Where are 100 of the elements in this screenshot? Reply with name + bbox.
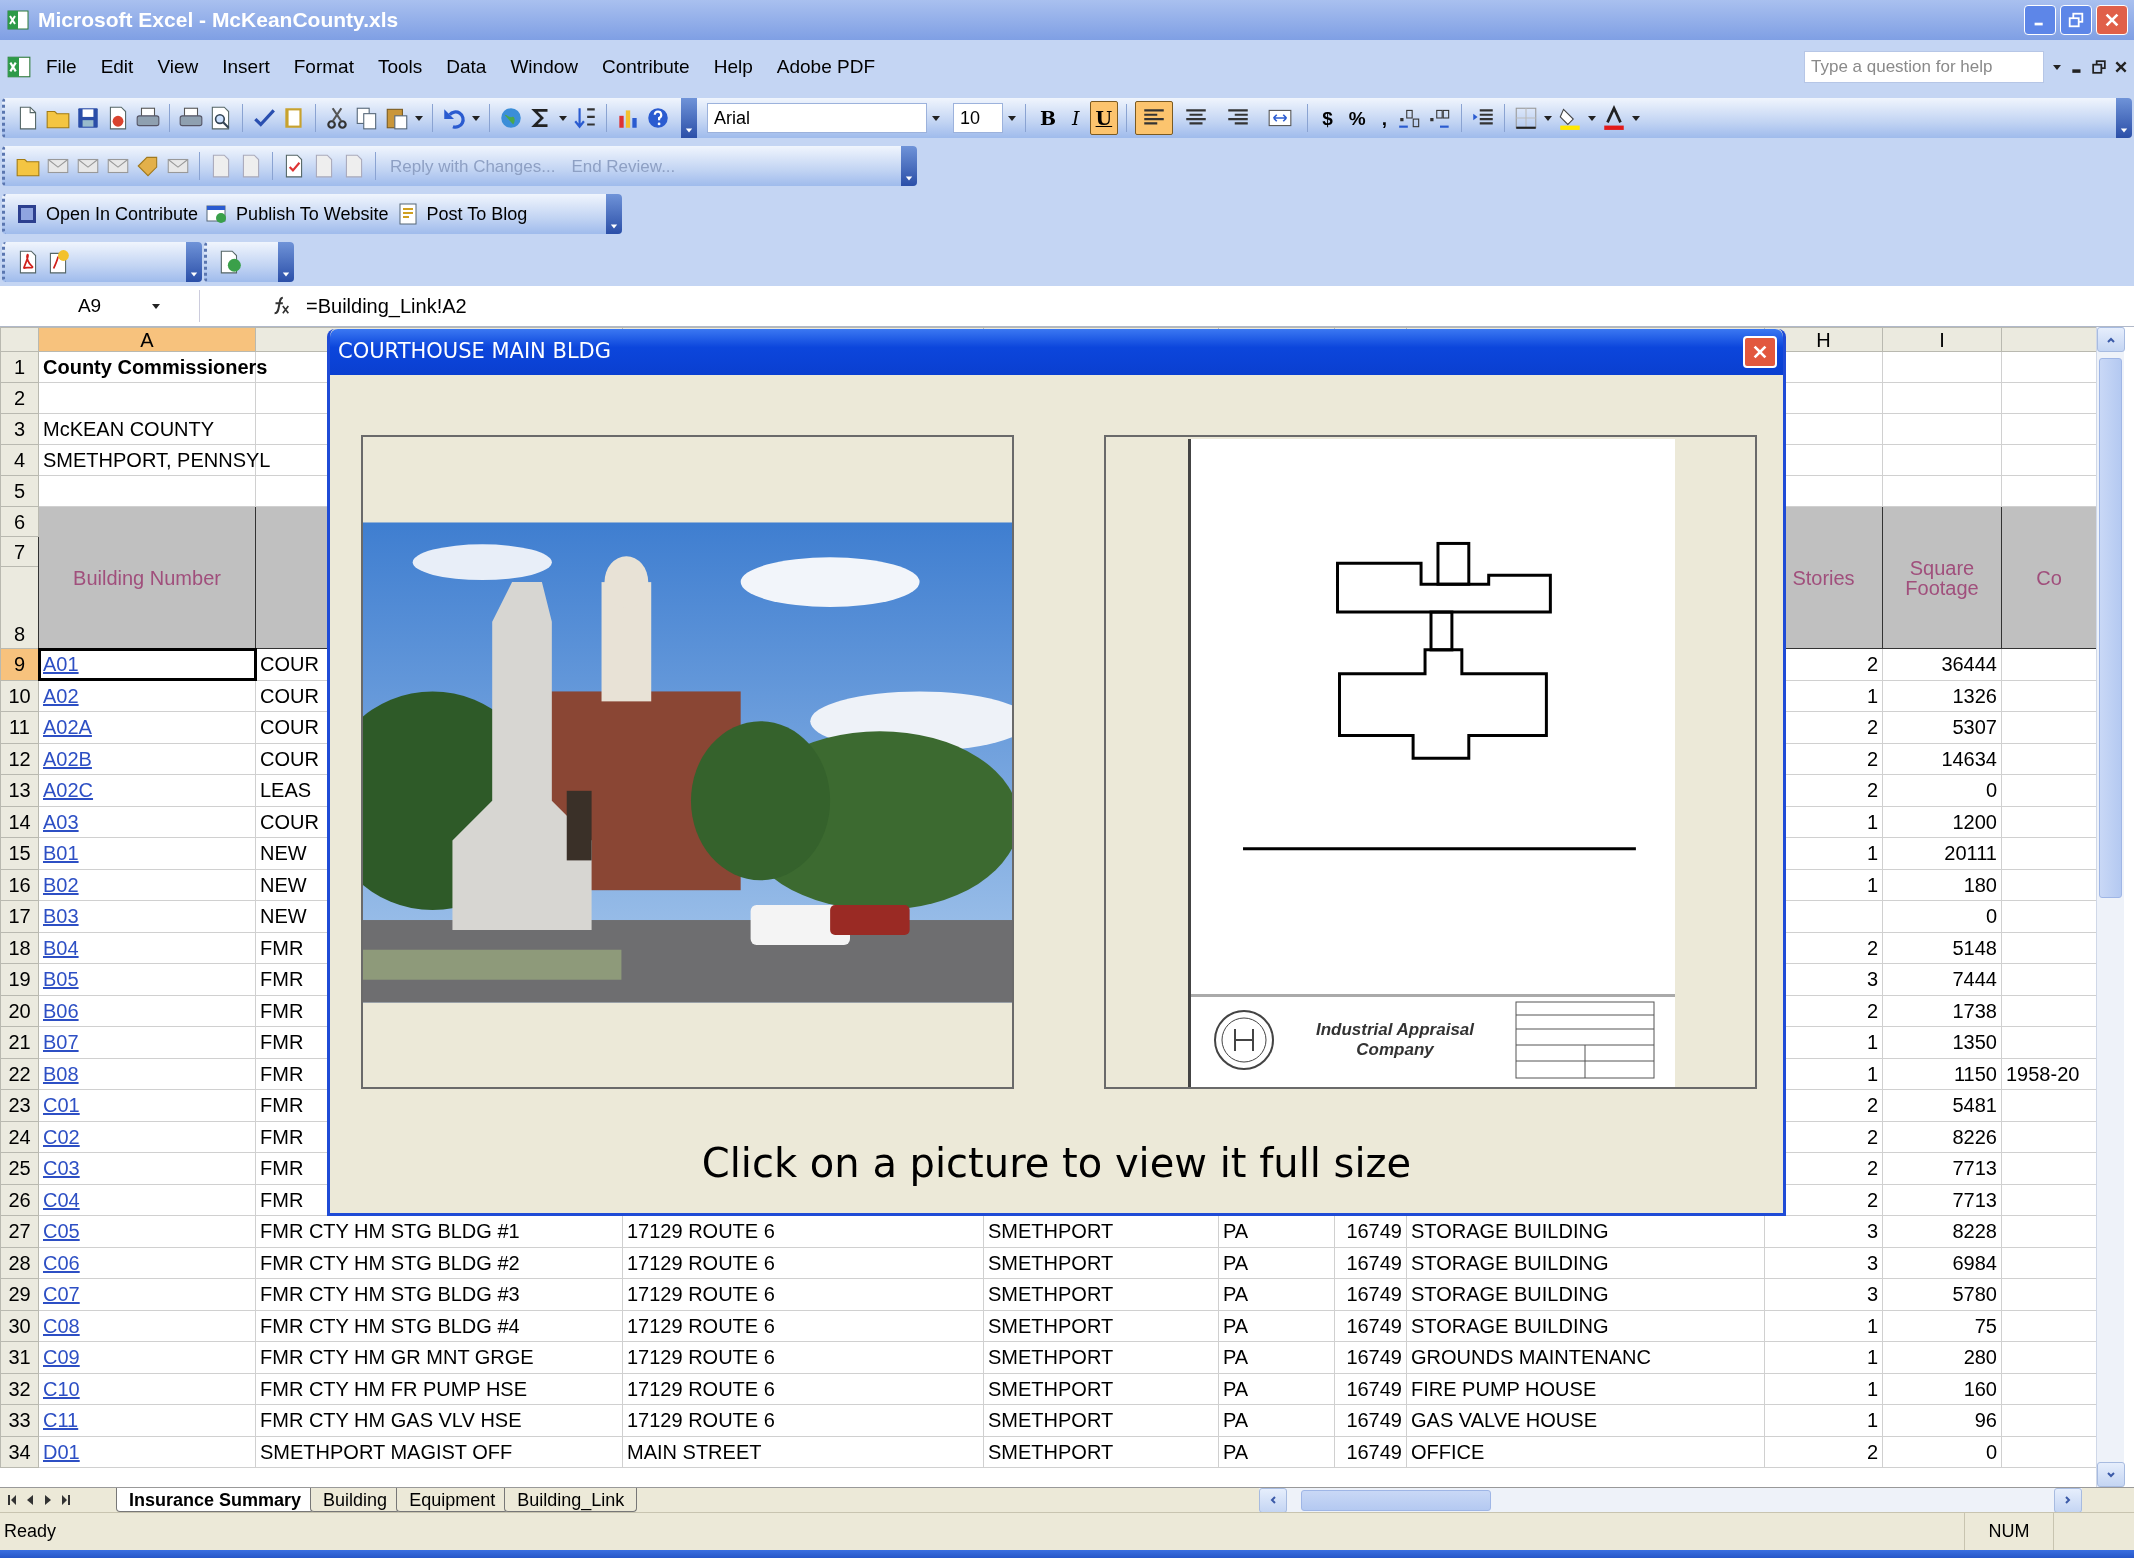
picture-frame[interactable]: Industrial Appraisal Company [1104, 435, 1757, 1089]
row-header[interactable]: 9 [0, 648, 39, 680]
row-header[interactable]: 4 [0, 444, 39, 476]
toolbar-options-button[interactable] [278, 242, 294, 282]
contribute-toolbar-button[interactable]: Open In Contribute [43, 197, 202, 231]
text-style-button[interactable]: U [1089, 101, 1119, 135]
column-header[interactable]: I [1882, 327, 2002, 352]
contribute-icon[interactable] [15, 202, 39, 226]
row-header[interactable]: 13 [0, 774, 39, 806]
number-format-button[interactable]: , [1375, 101, 1393, 135]
building-link[interactable]: C11 [43, 1409, 79, 1432]
menu-item[interactable]: Window [500, 48, 588, 86]
caret-icon[interactable] [904, 174, 914, 182]
row-header[interactable]: 19 [0, 963, 39, 995]
restore-icon[interactable] [2092, 60, 2106, 74]
toolbar-options-button[interactable] [2116, 98, 2132, 138]
building-link[interactable]: B07 [43, 1031, 79, 1054]
row-header[interactable]: 22 [0, 1058, 39, 1090]
row-header[interactable]: 17 [0, 900, 39, 932]
toolbar-options-button[interactable] [606, 194, 622, 234]
caret-icon[interactable] [1542, 113, 1553, 123]
caret-icon[interactable] [558, 113, 568, 123]
last-sheet-icon[interactable] [60, 1494, 72, 1506]
font-field[interactable]: Arial [707, 103, 927, 133]
menu-item[interactable]: Edit [90, 48, 144, 86]
row-header[interactable]: 23 [0, 1089, 39, 1121]
excel-logo-icon[interactable] [6, 8, 30, 32]
row-header[interactable]: 11 [0, 711, 39, 743]
building-link[interactable]: B03 [43, 905, 79, 928]
row-header[interactable]: 29 [0, 1278, 39, 1310]
building-link[interactable]: C08 [43, 1314, 80, 1337]
font-size-field[interactable]: 10 [953, 103, 1003, 133]
row-header[interactable]: 33 [0, 1404, 39, 1436]
row-header[interactable]: 32 [0, 1373, 39, 1405]
row-header[interactable]: 14 [0, 806, 39, 838]
caret-icon[interactable] [1586, 113, 1597, 123]
row-header[interactable]: 7 [0, 536, 39, 567]
row-header[interactable]: 21 [0, 1026, 39, 1058]
caret-icon[interactable] [2119, 126, 2129, 134]
building-link[interactable]: A02C [43, 779, 94, 802]
menu-item[interactable]: Data [436, 48, 497, 86]
close-button[interactable] [2096, 5, 2128, 35]
row-header[interactable]: 3 [0, 413, 39, 445]
text-style-button[interactable]: B [1034, 101, 1063, 135]
scroll-right-button[interactable] [2054, 1487, 2082, 1513]
menu-item[interactable]: Contribute [592, 48, 700, 86]
toolbar-options-button[interactable] [901, 146, 917, 186]
row-header[interactable]: 10 [0, 680, 39, 712]
help-icon[interactable] [645, 105, 671, 131]
close-icon[interactable] [2114, 60, 2128, 74]
row-header[interactable]: 8 [0, 566, 39, 649]
scissors-icon[interactable] [324, 105, 350, 131]
row-header[interactable]: 24 [0, 1121, 39, 1153]
contribute-toolbar-button[interactable]: Publish To Website [233, 197, 392, 231]
formula-text[interactable]: =Building_Link!A2 [306, 291, 467, 321]
caret-icon[interactable] [414, 113, 424, 123]
caret-icon[interactable] [609, 222, 619, 230]
scroll-down-button[interactable] [2097, 1462, 2125, 1487]
building-link[interactable]: C04 [43, 1188, 80, 1211]
menu-item[interactable]: View [147, 48, 209, 86]
row-header[interactable]: 15 [0, 837, 39, 869]
row-header[interactable]: 27 [0, 1215, 39, 1247]
row-header[interactable]: 25 [0, 1152, 39, 1184]
menu-item[interactable]: Tools [367, 48, 433, 86]
caret-icon[interactable] [151, 301, 162, 311]
caret-icon[interactable] [1007, 113, 1017, 123]
close-button[interactable] [1743, 336, 1777, 368]
sheet-tab[interactable]: Building_Link [504, 1488, 638, 1512]
building-link[interactable]: A02 [43, 684, 79, 707]
row-header[interactable]: 5 [0, 475, 39, 507]
picture-frame[interactable] [361, 435, 1014, 1089]
building-link[interactable]: A02B [43, 747, 92, 770]
sort-icon[interactable] [572, 105, 598, 131]
toolbar-options-button[interactable] [186, 242, 202, 282]
caret-icon[interactable] [1630, 113, 1641, 123]
menu-item[interactable]: Help [703, 48, 763, 86]
menu-item[interactable]: File [36, 48, 87, 86]
horizontal-scrollbar[interactable] [1259, 1488, 2082, 1512]
caret-icon[interactable] [684, 126, 694, 134]
toolbar-options-button[interactable] [681, 98, 697, 138]
building-link[interactable]: C07 [43, 1283, 80, 1306]
caret-icon[interactable] [281, 270, 291, 278]
caret-icon[interactable] [189, 270, 199, 278]
menu-item[interactable]: Adobe PDF [766, 48, 885, 86]
restore-button[interactable] [2060, 5, 2092, 35]
row-header[interactable]: 12 [0, 743, 39, 775]
number-format-button[interactable]: $ [1316, 101, 1339, 135]
row-header[interactable]: 31 [0, 1341, 39, 1373]
scroll-left-button[interactable] [1259, 1487, 1287, 1513]
building-link[interactable]: C01 [43, 1094, 80, 1117]
building-link[interactable]: B02 [43, 873, 79, 896]
caret-icon[interactable] [931, 113, 941, 123]
help-search-field[interactable]: Type a question for help [1804, 51, 2044, 83]
row-header[interactable]: 2 [0, 382, 39, 414]
row-header[interactable]: 6 [0, 506, 39, 537]
row-header[interactable]: 18 [0, 932, 39, 964]
scroll-up-button[interactable] [2097, 327, 2125, 352]
building-link[interactable]: C03 [43, 1157, 80, 1180]
scrollbar-thumb[interactable] [1301, 1489, 1491, 1511]
building-link[interactable]: B06 [43, 999, 79, 1022]
